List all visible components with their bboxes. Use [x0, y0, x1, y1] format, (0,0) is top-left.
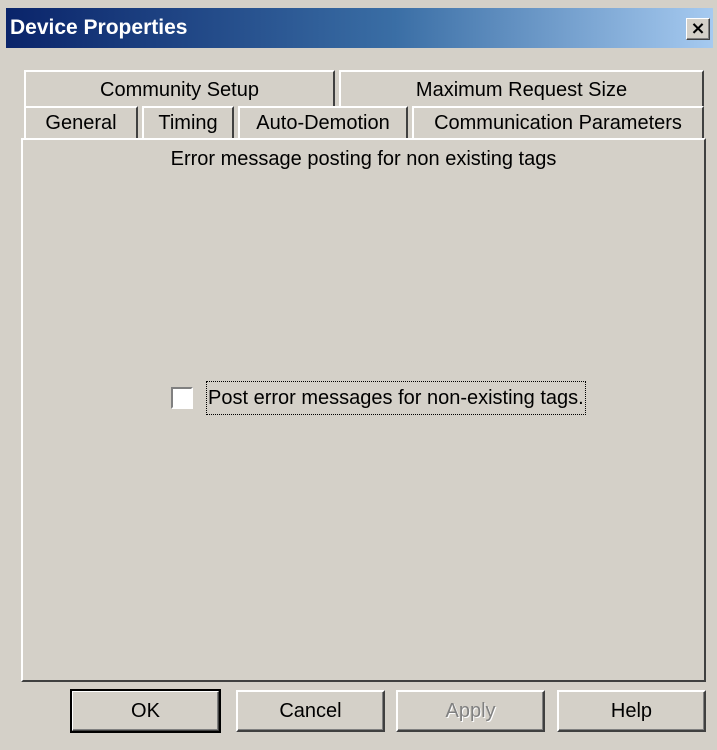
window-title: Device Properties — [10, 16, 188, 39]
post-errors-checkbox[interactable] — [171, 387, 193, 409]
tab-panel: Error message posting for non existing t… — [21, 138, 706, 682]
help-button[interactable]: Help — [557, 690, 706, 732]
close-icon: × — [690, 18, 706, 39]
tab-label: Community Setup — [100, 79, 259, 101]
tab-label: Timing — [158, 112, 218, 134]
cancel-label: Cancel — [279, 700, 342, 722]
tab-label: Communication Parameters — [434, 112, 682, 134]
ok-label: OK — [131, 700, 160, 722]
ok-button[interactable]: OK — [70, 689, 221, 733]
tab-general[interactable]: General — [24, 106, 138, 138]
help-label: Help — [610, 700, 653, 722]
device-properties-dialog: Device Properties × Community Setup Maxi… — [0, 0, 717, 750]
tab-communication-parameters[interactable]: Communication Parameters — [412, 106, 704, 138]
tab-maximum-request-size[interactable]: Maximum Request Size — [339, 70, 704, 106]
apply-label: Apply — [445, 700, 496, 722]
tab-label: Maximum Request Size — [415, 79, 628, 101]
cancel-button[interactable]: Cancel — [236, 690, 385, 732]
post-errors-label[interactable]: Post error messages for non-existing tag… — [206, 381, 586, 415]
tab-label: General — [45, 112, 117, 134]
title-bar[interactable]: Device Properties × — [6, 8, 713, 48]
close-button[interactable]: × — [686, 18, 710, 40]
tab-auto-demotion[interactable]: Auto-Demotion — [238, 106, 408, 138]
tab-label: Auto-Demotion — [256, 112, 390, 134]
panel-heading: Error message posting for non existing t… — [170, 148, 557, 170]
tab-timing[interactable]: Timing — [142, 106, 234, 138]
tab-community-setup[interactable]: Community Setup — [24, 70, 335, 106]
apply-button[interactable]: Apply — [396, 690, 545, 732]
